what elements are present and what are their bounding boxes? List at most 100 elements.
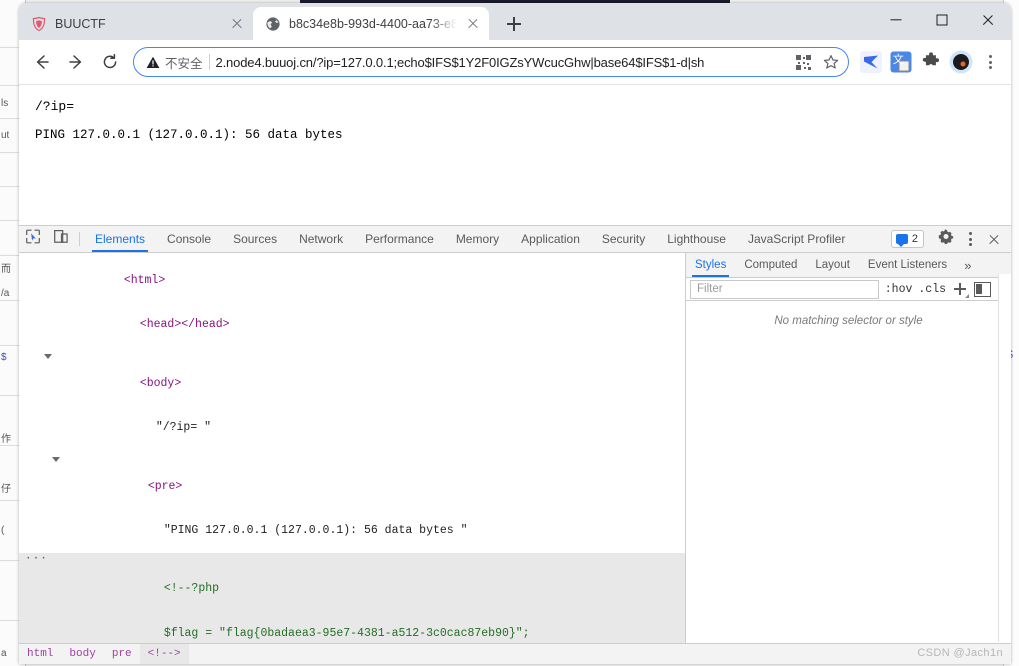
maximize-button[interactable] (919, 3, 965, 36)
browser-tab-challenge[interactable]: b8c34e8b-993d-4400-aa73-e8 (253, 7, 489, 40)
chevron-down-icon[interactable] (52, 453, 62, 463)
tab-label: Performance (365, 232, 434, 246)
dom-node-html[interactable]: <html> (19, 259, 685, 303)
browser-tab-title: b8c34e8b-993d-4400-aa73-e8 (289, 16, 457, 31)
tab-layout[interactable]: Layout (806, 253, 859, 277)
devtools-toolbar: Elements Console Sources Network Perform… (19, 226, 1011, 253)
dom-node-body[interactable]: <body> (19, 347, 685, 406)
forward-button[interactable] (61, 47, 91, 77)
pocket-icon[interactable] (857, 48, 885, 76)
devtools-close-icon[interactable] (983, 228, 1005, 250)
security-indicator[interactable]: 不安全 (146, 53, 203, 72)
dom-node-text: <head></head> (139, 317, 230, 331)
dom-tree-pane[interactable]: <html> <head></head> <body> "/?ip= " <pr… (19, 253, 686, 643)
dom-node-pre[interactable]: <pre> (19, 450, 685, 509)
device-toolbar-icon[interactable] (47, 226, 75, 252)
tab-security[interactable]: Security (591, 226, 656, 252)
tab-sources[interactable]: Sources (222, 226, 288, 252)
dom-node-text: <html> (123, 273, 166, 287)
tab-computed[interactable]: Computed (735, 253, 806, 277)
add-style-rule-icon[interactable] (952, 281, 969, 298)
shield-icon (31, 16, 47, 32)
dom-node-text: <!--?php (163, 582, 220, 596)
cls-toggle[interactable]: .cls (918, 283, 946, 296)
expand-ellipsis-icon[interactable]: ··· (25, 552, 48, 567)
devtools-more-button[interactable] (959, 228, 981, 250)
window-controls (873, 3, 1011, 40)
breadcrumb-item-pre[interactable]: pre (104, 644, 140, 664)
breadcrumb-item-html[interactable]: html (19, 644, 61, 664)
tab-network[interactable]: Network (288, 226, 354, 252)
styles-filter-input[interactable]: Filter (690, 279, 879, 299)
bookmark-star-icon[interactable] (820, 51, 842, 73)
tab-console[interactable]: Console (156, 226, 222, 252)
breadcrumb-label: pre (111, 648, 132, 660)
reload-button[interactable] (95, 47, 125, 77)
new-tab-button[interactable] (501, 11, 527, 37)
dom-node-head[interactable]: <head></head> (19, 303, 685, 347)
tab-javascript-profiler[interactable]: JavaScript Profiler (737, 226, 856, 252)
browser-window: BUUCTF b8c34e8b-993d-4400-aa73-e8 不安全 2.… (19, 3, 1011, 664)
dom-breadcrumb: html body pre <!--> CSDN @Jach1n (19, 643, 1011, 664)
close-window-button[interactable] (965, 3, 1011, 36)
dom-node-text: <body> (139, 376, 182, 390)
screen: ls ut 而 /a $ 作 仔 ( a $ BUUCTF (0, 0, 1019, 666)
toggle-sidebar-icon[interactable] (974, 281, 991, 297)
message-count: 2 (911, 233, 918, 245)
styles-scrollbar[interactable] (998, 274, 1011, 642)
browser-menu-button[interactable] (977, 48, 1003, 76)
gear-icon[interactable] (935, 228, 957, 250)
breadcrumb-label: html (27, 648, 54, 660)
tab-performance[interactable]: Performance (354, 226, 445, 252)
omnibox-divider (208, 54, 210, 70)
tab-application[interactable]: Application (510, 226, 591, 252)
styles-filter-bar: Filter :hov .cls (686, 278, 1011, 301)
tab-label: Styles (695, 259, 727, 271)
close-icon[interactable] (465, 16, 481, 32)
tab-strip: BUUCTF b8c34e8b-993d-4400-aa73-e8 (19, 3, 1011, 40)
tab-label: Security (601, 232, 646, 246)
url-text[interactable]: 2.node4.buuoj.cn/?ip=127.0.0.1;echo$IFS$… (216, 55, 786, 70)
more-tabs-chevron-icon[interactable]: » (956, 253, 979, 277)
tab-memory[interactable]: Memory (445, 226, 510, 252)
dom-comment-node-php-open[interactable]: ··· <!--?php (19, 553, 685, 612)
breadcrumb-item-comment[interactable]: <!--> (139, 644, 189, 664)
breadcrumb-label: <!--> (147, 648, 181, 660)
breadcrumb-label: body (69, 648, 96, 660)
tab-label: Elements (95, 232, 146, 246)
chevron-down-icon[interactable] (44, 350, 54, 360)
tab-label: Lighthouse (667, 232, 726, 246)
inspect-element-icon[interactable] (19, 226, 47, 252)
dom-text-node-ip[interactable]: "/?ip= " (19, 406, 685, 450)
tab-elements[interactable]: Elements (84, 226, 156, 252)
browser-toolbar: 不安全 2.node4.buuoj.cn/?ip=127.0.0.1;echo$… (19, 40, 1011, 85)
google-translate-icon[interactable]: 文 (887, 48, 915, 76)
tab-event-listeners[interactable]: Event Listeners (859, 253, 956, 277)
dom-comment-node-flag[interactable]: $flag = "flag{0badaea3-95e7-4381-a512-3c… (19, 611, 685, 643)
minimize-button[interactable] (873, 3, 919, 36)
address-bar[interactable]: 不安全 2.node4.buuoj.cn/?ip=127.0.0.1;echo$… (133, 47, 849, 77)
security-label: 不安全 (165, 56, 203, 71)
profile-avatar-icon[interactable] (947, 48, 975, 76)
page-text-ip: /?ip= (35, 99, 75, 114)
dom-text-node-ping[interactable]: "PING 127.0.0.1 (127.0.0.1): 56 data byt… (19, 509, 685, 553)
tab-styles[interactable]: Styles (686, 253, 735, 277)
message-count-badge[interactable]: 2 (890, 230, 924, 248)
breadcrumb-item-body[interactable]: body (61, 644, 103, 664)
tab-label: Application (521, 232, 580, 246)
warning-triangle-icon (146, 56, 160, 69)
qr-code-icon[interactable] (792, 51, 814, 73)
devtools-toolbar-right: 2 (890, 226, 1011, 252)
tab-label: Memory (455, 232, 500, 246)
close-icon[interactable] (229, 16, 245, 32)
back-button[interactable] (27, 47, 57, 77)
devtools-tab-list: Elements Console Sources Network Perform… (84, 226, 856, 252)
puzzle-icon[interactable] (917, 48, 945, 76)
hov-toggle[interactable]: :hov (885, 283, 913, 296)
more-label: » (964, 257, 972, 273)
browser-tab-buuctf[interactable]: BUUCTF (19, 7, 253, 40)
tab-lighthouse[interactable]: Lighthouse (656, 226, 737, 252)
watermark: CSDN @Jach1n (917, 647, 1003, 659)
page-text-ping: PING 127.0.0.1 (127.0.0.1): 56 data byte… (35, 128, 343, 142)
dom-node-text: <pre> (147, 479, 183, 493)
